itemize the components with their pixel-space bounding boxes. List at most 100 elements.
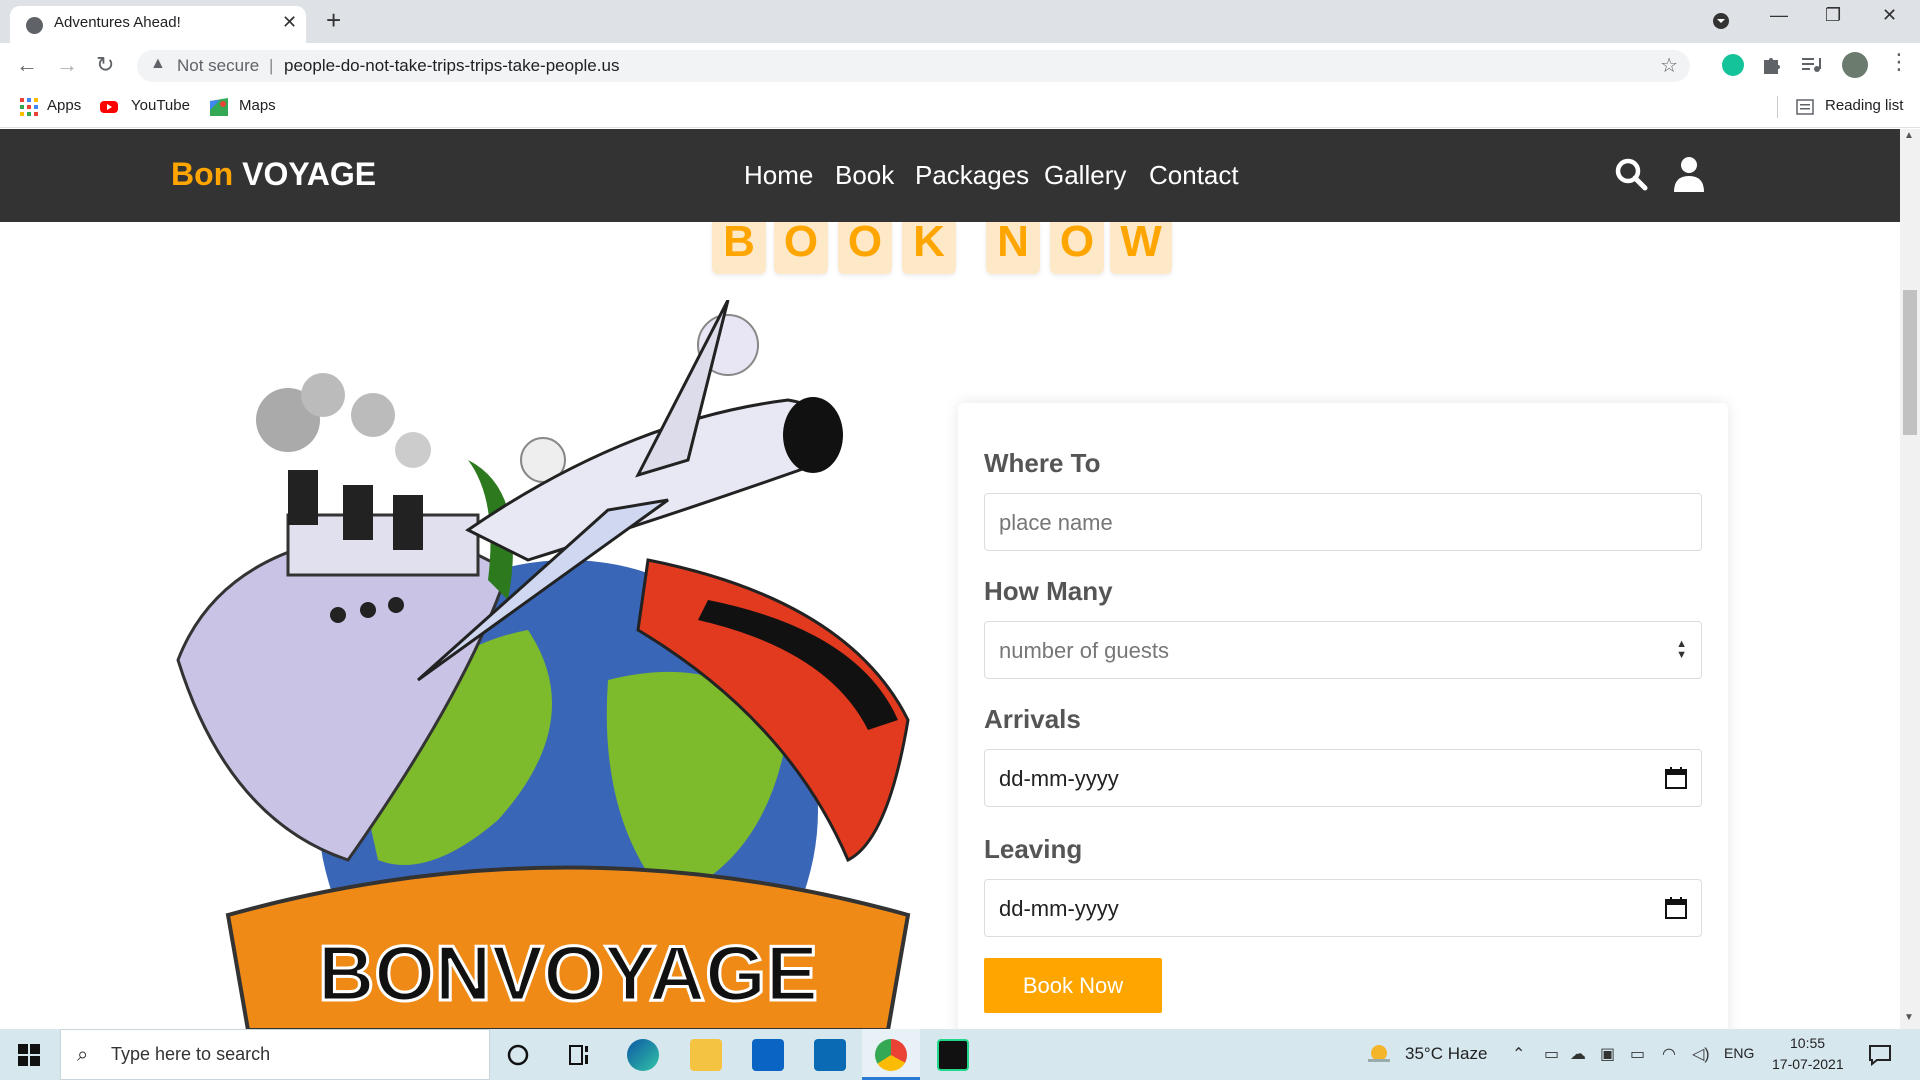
where-to-placeholder: place name [999,510,1113,535]
guests-input[interactable]: number of guests ▲ ▼ [984,621,1702,679]
apps-grid-icon [20,98,38,116]
bookmarks-divider [1777,96,1778,118]
calendar-icon[interactable] [1665,897,1687,919]
site-logo[interactable]: Bon VOYAGE [171,156,376,193]
security-label[interactable]: Not secure [177,56,259,76]
page-scrollbar[interactable] [1900,129,1920,1029]
calendar-icon[interactable] [1665,767,1687,789]
nav-packages[interactable]: Packages [915,160,1029,191]
how-many-label: How Many [984,576,1113,606]
dell-icon[interactable] [814,1039,846,1071]
booking-form: Where To place name How Many number of g… [958,403,1728,1043]
show-hidden-icons-chevron-icon[interactable]: ⌃ [1512,1044,1525,1064]
arrivals-date-value: dd-mm-yyyy [999,766,1119,791]
media-control-icon[interactable] [1800,54,1822,76]
guests-placeholder: number of guests [999,638,1169,663]
logo-bon: Bon [171,156,234,192]
browser-tab[interactable]: Adventures Ahead! ✕ [10,6,306,43]
taskbar-search-placeholder: Type here to search [111,1044,271,1064]
forward-arrow-icon[interactable]: → [56,52,78,78]
address-separator: | [269,56,274,75]
nav-contact[interactable]: Contact [1149,160,1239,191]
windows-taskbar: ⌕ Type here to search 35°C Haze ⌃ ▭ ☁ ▣ … [0,1029,1920,1080]
scroll-down-arrow-icon[interactable]: ▼ [1904,1012,1914,1023]
display-icon[interactable]: ▣ [1600,1044,1615,1064]
heading-letter: W [1110,220,1172,274]
meet-now-icon[interactable]: ▭ [1544,1044,1559,1064]
window-close-button[interactable]: ✕ [1882,5,1897,26]
leaving-date-input[interactable]: dd-mm-yyyy [984,879,1702,937]
pycharm-icon[interactable] [937,1039,969,1071]
heading-letter: K [902,220,956,274]
new-tab-button[interactable]: + [326,6,341,34]
nav-book[interactable]: Book [835,160,894,191]
bookmark-youtube[interactable]: YouTube [131,97,190,114]
search-icon[interactable] [1614,157,1648,191]
heading-letter: O [838,220,892,274]
bon-voyage-illustration: BONVOYAGE [176,300,911,1030]
restore-button[interactable]: ❐ [1825,5,1841,26]
more-menu-icon[interactable]: ⋮ [1888,49,1910,75]
weather-text[interactable]: 35°C Haze [1405,1044,1487,1064]
banner-text: BONVOYAGE [318,929,818,1017]
leaving-label: Leaving [984,834,1083,864]
book-now-button[interactable]: Book Now [984,958,1162,1013]
globe-icon [26,17,43,34]
bookmarks-bar: Apps YouTube Maps Reading list [0,88,1920,128]
nav-gallery[interactable]: Gallery [1044,160,1126,191]
reading-list-button[interactable]: Reading list [1825,97,1903,114]
search-icon: ⌕ [77,1044,89,1066]
back-arrow-icon[interactable]: ← [16,52,38,78]
profile-dropdown-icon[interactable] [1712,12,1730,30]
bookmark-star-icon[interactable]: ☆ [1660,53,1678,78]
reading-list-icon [1796,99,1814,115]
browser-tab-strip: Adventures Ahead! ✕ + — ❐ ✕ [0,0,1920,43]
browser-toolbar: ← → ↻ ▲ Not secure | people-do-not-take-… [0,43,1920,88]
chrome-icon[interactable] [875,1039,907,1071]
clock-time[interactable]: 10:55 [1790,1035,1825,1051]
language-indicator[interactable]: ENG [1724,1045,1754,1061]
onedrive-cloud-icon[interactable]: ☁ [1570,1044,1586,1064]
clock-date[interactable]: 17-07-2021 [1772,1056,1844,1072]
leaving-date-value: dd-mm-yyyy [999,896,1119,921]
battery-icon[interactable]: ▭ [1630,1044,1645,1064]
scroll-up-arrow-icon[interactable]: ▲ [1904,130,1914,141]
where-to-label: Where To [984,448,1101,478]
edge-icon[interactable] [627,1039,659,1071]
minimize-button[interactable]: — [1770,5,1788,26]
notifications-icon[interactable] [1868,1043,1892,1067]
arrivals-date-input[interactable]: dd-mm-yyyy [984,749,1702,807]
taskbar-search-box[interactable]: ⌕ Type here to search [60,1029,490,1080]
number-spinner-icon[interactable]: ▲ ▼ [1676,639,1687,661]
url-text[interactable]: people-do-not-take-trips-trips-take-peop… [284,56,619,76]
nav-home[interactable]: Home [744,160,813,191]
bookmark-apps[interactable]: Apps [47,97,81,114]
avatar[interactable] [1842,52,1868,78]
address-bar[interactable]: ▲ Not secure | people-do-not-take-trips-… [137,50,1690,82]
grammarly-icon[interactable] [1722,54,1744,76]
windows-start-icon[interactable] [18,1044,40,1066]
youtube-icon [100,101,118,113]
extensions-puzzle-icon[interactable] [1760,54,1782,76]
maps-icon [210,98,228,116]
heading-letter: O [774,220,828,274]
heading-letter: B [712,220,766,274]
bookmark-maps[interactable]: Maps [239,97,276,114]
cortana-icon[interactable] [506,1043,530,1067]
reload-icon[interactable]: ↻ [96,52,114,78]
mail-icon[interactable] [752,1039,784,1071]
scrollbar-thumb[interactable] [1903,290,1917,435]
logo-voyage: VOYAGE [242,156,377,192]
arrivals-label: Arrivals [984,704,1081,734]
warning-icon[interactable]: ▲ [150,55,166,73]
close-tab-icon[interactable]: ✕ [282,12,297,33]
task-view-icon[interactable] [568,1043,592,1067]
where-to-input[interactable]: place name [984,493,1702,551]
volume-icon[interactable]: ◁) [1692,1044,1710,1064]
wifi-icon[interactable]: ◠ [1662,1044,1676,1064]
file-explorer-icon[interactable] [690,1039,722,1071]
heading-letter: N [986,220,1040,274]
weather-haze-icon [1368,1045,1390,1062]
site-header: Bon VOYAGE Home Book Packages Gallery Co… [0,129,1900,222]
user-icon[interactable] [1672,156,1706,192]
